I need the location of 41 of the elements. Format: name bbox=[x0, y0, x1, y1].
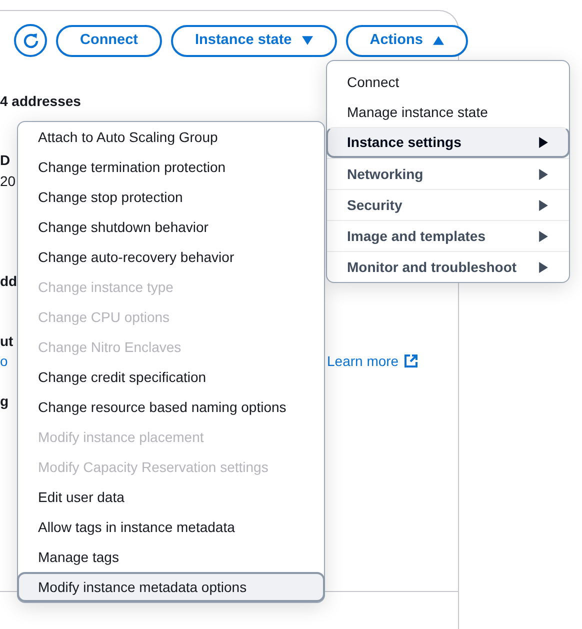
menu-item[interactable]: Connect bbox=[327, 67, 569, 97]
menu-item: Change instance type bbox=[37, 278, 174, 297]
caret-icon bbox=[538, 230, 549, 242]
toolbar-button[interactable]: Instance state bbox=[171, 24, 337, 56]
external-link-icon bbox=[404, 354, 418, 368]
menu-item[interactable]: Monitor and troubleshoot bbox=[327, 251, 569, 282]
menu-item[interactable]: Instance settings bbox=[326, 127, 570, 158]
menu-item[interactable]: Change shutdown behavior bbox=[18, 212, 324, 242]
menu-item[interactable]: Change resource based naming options bbox=[18, 392, 324, 422]
menu-item[interactable]: Manage instance state bbox=[327, 97, 569, 127]
menu-item: Modify instance placement bbox=[37, 428, 205, 447]
field-label: g bbox=[0, 392, 9, 410]
field-value: 20 bbox=[0, 172, 16, 190]
menu-item[interactable]: Change auto-recovery behavior bbox=[18, 242, 324, 272]
menu-item[interactable]: Networking bbox=[327, 158, 569, 189]
toolbar-button[interactable]: Actions bbox=[346, 24, 468, 56]
link[interactable]: o bbox=[0, 352, 8, 370]
menu-item[interactable]: Edit user data bbox=[18, 482, 324, 512]
caret-icon bbox=[538, 262, 549, 272]
refresh-button[interactable] bbox=[14, 24, 47, 57]
toolbar-button[interactable]: Connect bbox=[56, 24, 162, 56]
menu-item[interactable]: Change termination protection bbox=[18, 152, 324, 182]
field-label: ut bbox=[0, 332, 14, 350]
menu-item: Change CPU options bbox=[37, 308, 171, 327]
menu-item[interactable]: Allow tags in instance metadata bbox=[18, 512, 324, 542]
menu-item[interactable]: Security bbox=[327, 189, 569, 220]
field-label: dd bbox=[0, 272, 18, 290]
menu-item[interactable]: Manage tags bbox=[18, 542, 324, 572]
field-label: 4 addresses bbox=[0, 92, 81, 110]
menu-item[interactable]: Attach to Auto Scaling Group bbox=[18, 122, 324, 152]
caret-icon bbox=[538, 168, 549, 180]
caret-icon bbox=[538, 136, 549, 148]
field-label: D bbox=[0, 151, 10, 169]
menu-item[interactable]: Change credit specification bbox=[18, 362, 324, 392]
menu-item: Change Nitro Enclaves bbox=[37, 338, 182, 357]
menu-item[interactable]: Image and templates bbox=[327, 220, 569, 251]
menu-item[interactable]: Modify instance metadata options bbox=[17, 572, 325, 602]
link[interactable]: Learn more bbox=[327, 352, 418, 370]
menu-item[interactable]: Change stop protection bbox=[18, 182, 324, 212]
menu-item: Modify Capacity Reservation settings bbox=[37, 458, 270, 477]
caret-icon bbox=[538, 200, 549, 210]
